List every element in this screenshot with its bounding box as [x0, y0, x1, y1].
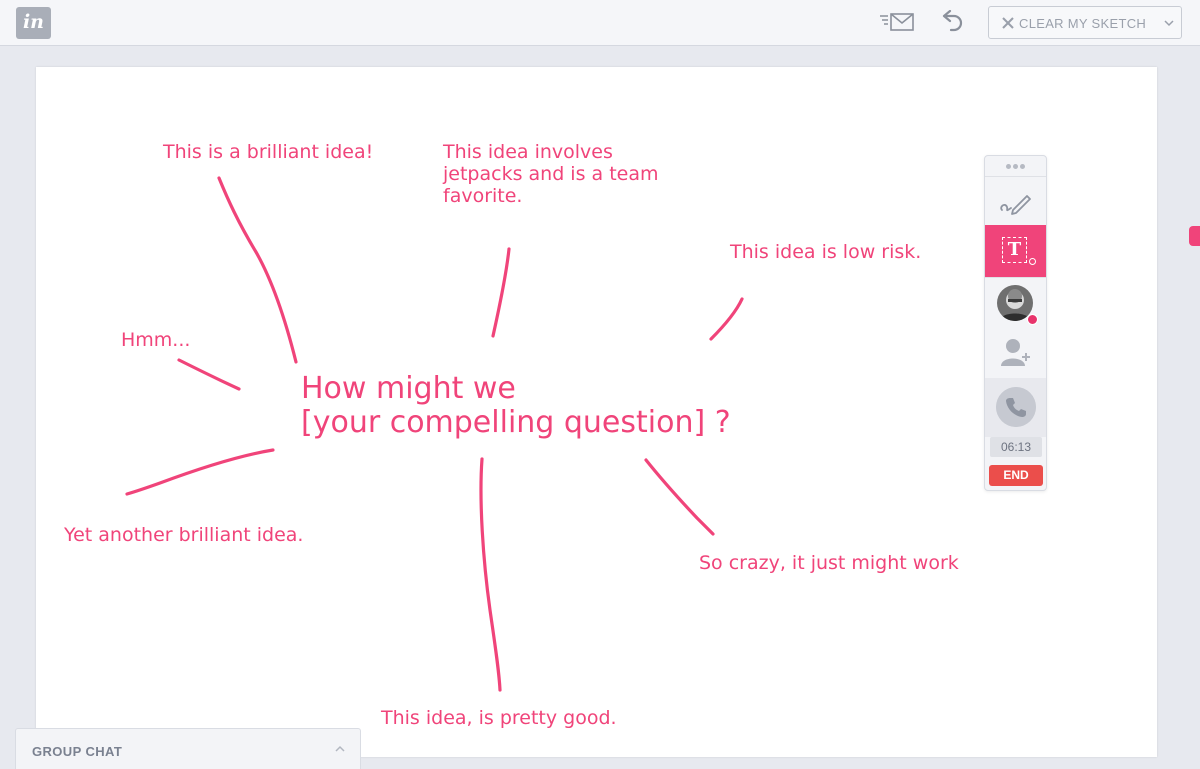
note-jetpacks-line2[interactable]: jetpacks and is a team — [443, 163, 659, 185]
note-low-risk[interactable]: This idea is low risk. — [730, 241, 921, 263]
invision-logo[interactable]: in — [16, 7, 51, 39]
text-tool-button[interactable]: T — [985, 225, 1046, 277]
note-jetpacks-line3[interactable]: favorite. — [443, 185, 522, 207]
note-another[interactable]: Yet another brilliant idea. — [64, 524, 303, 546]
pen-tool-icon[interactable] — [985, 177, 1046, 225]
central-question[interactable]: How might we [your compelling question] … — [301, 372, 731, 440]
clear-sketch-label: CLEAR MY SKETCH — [1019, 16, 1147, 31]
note-hmm[interactable]: Hmm... — [121, 329, 190, 351]
divider — [985, 277, 1046, 278]
presence-indicator — [1027, 314, 1038, 325]
question-line-2: [your compelling question] ? — [301, 405, 731, 440]
note-brilliant[interactable]: This is a brilliant idea! — [163, 141, 373, 163]
group-chat-panel[interactable]: GROUP CHAT — [15, 728, 361, 769]
note-pretty-good[interactable]: This idea, is pretty good. — [381, 707, 617, 729]
tool-panel: T 06:13 END — [984, 155, 1047, 491]
close-icon — [1002, 17, 1014, 29]
note-jetpacks-line1[interactable]: This idea involves — [443, 141, 613, 163]
add-user-icon[interactable] — [999, 336, 1033, 368]
clear-sketch-button[interactable]: CLEAR MY SKETCH — [988, 6, 1182, 39]
call-timer: 06:13 — [990, 437, 1042, 457]
chevron-up-icon[interactable] — [334, 744, 346, 754]
more-options-icon[interactable] — [985, 156, 1046, 176]
undo-icon[interactable] — [938, 10, 966, 36]
note-crazy[interactable]: So crazy, it just might work — [699, 552, 959, 574]
side-drawer-tab[interactable] — [1189, 226, 1200, 246]
text-tool-icon: T — [1007, 239, 1022, 260]
end-call-button[interactable]: END — [989, 465, 1043, 486]
top-bar: in CLEAR MY SKETCH — [0, 0, 1200, 46]
question-line-1: How might we — [301, 371, 516, 406]
chevron-down-icon[interactable] — [1163, 18, 1175, 28]
group-chat-label: GROUP CHAT — [32, 744, 123, 759]
mail-icon[interactable] — [878, 11, 916, 35]
text-tool-handle — [1029, 258, 1036, 265]
phone-icon[interactable] — [996, 387, 1036, 427]
